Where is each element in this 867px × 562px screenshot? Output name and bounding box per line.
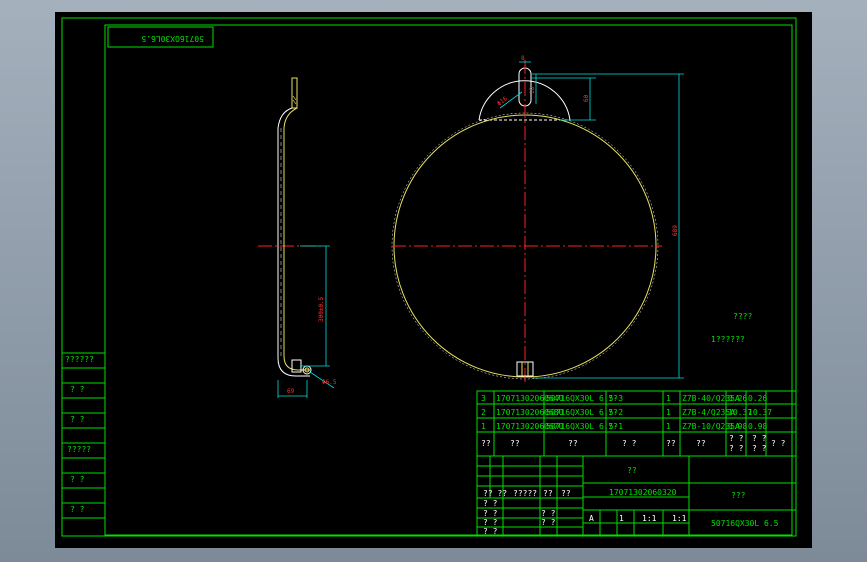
title-block-cell: ????? bbox=[513, 489, 537, 498]
sheet-background bbox=[55, 12, 812, 548]
bom-cell: ?? bbox=[608, 394, 618, 403]
bom-cell: 1 bbox=[666, 394, 671, 403]
top-height-dim: 60 bbox=[583, 94, 590, 102]
side-length-dim: 300±0.5 bbox=[318, 296, 325, 322]
bom-cell: 1 bbox=[666, 408, 671, 417]
bom-cell: 0.26 bbox=[728, 394, 747, 403]
title-block-cell: ? ? bbox=[483, 527, 498, 536]
bom-header: ?? bbox=[481, 439, 491, 448]
bom-header: ? ? bbox=[752, 434, 767, 443]
bom-header: ?? bbox=[568, 439, 578, 448]
note-item: 1?????? bbox=[711, 335, 745, 344]
bom-header: ? ? bbox=[729, 434, 744, 443]
slot-width-dim: 8 bbox=[521, 55, 525, 62]
bom-cell: 0.26 bbox=[748, 394, 767, 403]
side-tag-dim: Φ6.5 bbox=[322, 379, 337, 386]
title-block-cell: ? ? bbox=[483, 509, 498, 518]
left-strip-label: ?????? bbox=[65, 355, 94, 364]
bom-header: ? ? bbox=[729, 444, 744, 453]
left-strip-label: ? ? bbox=[70, 475, 85, 484]
title-block-cell: ? ? bbox=[483, 499, 498, 508]
bom-cell: 0.98 bbox=[748, 422, 767, 431]
side-bottom-dim: 69 bbox=[287, 388, 295, 395]
title-block-cell: 1:1 bbox=[672, 514, 687, 523]
note-label: ???? bbox=[733, 312, 752, 321]
bom-cell: 3 bbox=[481, 394, 486, 403]
bom-cell: 0.98 bbox=[728, 422, 747, 431]
drawing-number: 17071302060320 bbox=[609, 488, 677, 497]
left-strip-label: ????? bbox=[67, 445, 91, 454]
title-block-cell: ?? bbox=[561, 489, 571, 498]
bom-header: ?? bbox=[696, 439, 706, 448]
bom-header: ? ? bbox=[771, 439, 786, 448]
bom-cell: 1 bbox=[481, 422, 486, 431]
bom-cell: 2 bbox=[481, 408, 486, 417]
slot-height-dim: 18 bbox=[529, 86, 536, 94]
left-strip-label: ? ? bbox=[70, 505, 85, 514]
left-strip-label: ? ? bbox=[70, 415, 85, 424]
title-block-cell: ? ? bbox=[541, 509, 556, 518]
bom-header: ? ? bbox=[752, 444, 767, 453]
bom-header: ?? bbox=[510, 439, 520, 448]
bom-cell: 1 bbox=[666, 422, 671, 431]
material-label: ??? bbox=[731, 491, 746, 500]
drawing-canvas: 50716OX30L6.5 ?????? ? ? ? ? ????? ? ? ?… bbox=[55, 12, 812, 548]
bom-header: ?? bbox=[666, 439, 676, 448]
title-block-cell: ? ? bbox=[483, 518, 498, 527]
cad-window: 50716OX30L6.5 ?????? ? ? ? ? ????? ? ? ?… bbox=[0, 0, 867, 562]
title-block-cell: ? ? bbox=[541, 518, 556, 527]
drawing-title: ?? bbox=[627, 466, 637, 475]
title-block-cell: A bbox=[589, 514, 594, 523]
bom-cell: ?? bbox=[608, 408, 618, 417]
title-block-cell: 1:1 bbox=[642, 514, 657, 523]
bom-header: ? ? bbox=[622, 439, 637, 448]
title-block-cell: ?? ?? bbox=[483, 489, 507, 498]
model-label: 50716QX30L 6.5 bbox=[711, 519, 779, 528]
stamp-text: 50716OX30L6.5 bbox=[141, 34, 204, 43]
title-block-cell: ?? bbox=[543, 489, 553, 498]
left-strip-label: ? ? bbox=[70, 385, 85, 394]
bom-cell: 10.37 bbox=[748, 408, 772, 417]
bom-cell: ?? bbox=[608, 422, 618, 431]
total-height-dim: 689 bbox=[672, 225, 679, 236]
title-block-cell: 1 bbox=[619, 514, 624, 523]
